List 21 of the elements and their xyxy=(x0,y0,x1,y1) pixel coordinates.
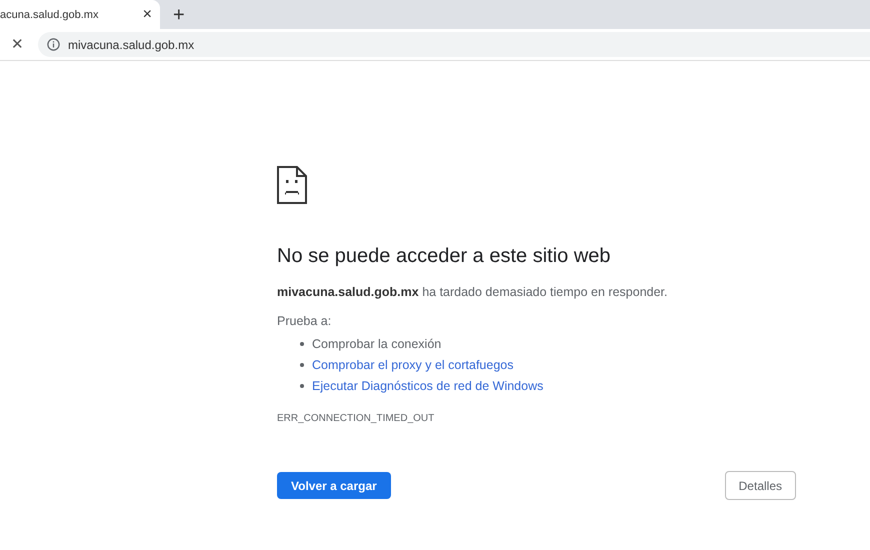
details-button[interactable]: Detalles xyxy=(724,471,796,500)
error-heading: No se puede acceder a este sitio web xyxy=(277,245,612,268)
url-text: mivacuna.salud.gob.mx xyxy=(68,38,194,52)
suggestion-text: Comprobar la conexión xyxy=(312,336,442,350)
close-tab-icon[interactable]: × xyxy=(142,6,152,22)
bullet-icon xyxy=(300,384,304,388)
browser-tab[interactable]: acuna.salud.gob.mx × xyxy=(0,0,160,29)
reload-button[interactable]: Volver a cargar xyxy=(277,472,391,499)
sad-page-icon xyxy=(277,166,307,204)
suggestion-link[interactable]: Ejecutar Diagnósticos de red de Windows xyxy=(312,378,544,392)
new-tab-icon[interactable]: + xyxy=(173,5,185,25)
bullet-icon xyxy=(300,362,304,366)
error-code: ERR_CONNECTION_TIMED_OUT xyxy=(277,413,436,424)
address-bar[interactable]: mivacuna.salud.gob.mx xyxy=(38,32,870,57)
info-icon[interactable] xyxy=(47,38,60,51)
error-message: mivacuna.salud.gob.mx ha tardado demasiado tiempo en responder. xyxy=(277,285,668,299)
suggestion-link[interactable]: Comprobar el proxy y el cortafuegos xyxy=(312,358,514,372)
suggestions-label: Prueba a: xyxy=(277,314,332,328)
tab-title: acuna.salud.gob.mx xyxy=(0,8,98,20)
bullet-icon xyxy=(300,342,304,346)
stop-icon[interactable]: ✕ xyxy=(11,37,24,52)
